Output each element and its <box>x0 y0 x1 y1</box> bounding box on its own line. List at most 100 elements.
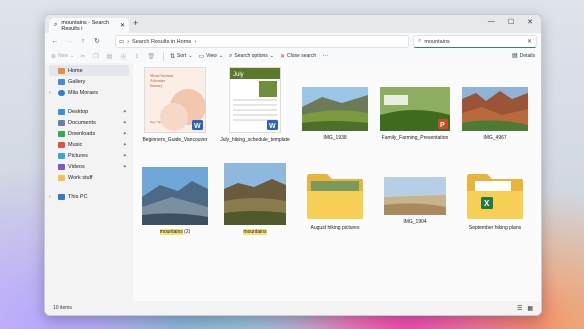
view-label: View <box>206 53 217 59</box>
svg-text:X: X <box>484 199 490 208</box>
maximize-icon[interactable]: ☐ <box>508 18 514 26</box>
close-tab-icon[interactable]: ✕ <box>120 22 125 29</box>
new-button[interactable]: ⊕ New ⌄ <box>51 53 74 60</box>
close-search-button[interactable]: ✕ Close search <box>280 53 316 60</box>
documents-icon <box>58 119 65 126</box>
file-name: July_hiking_schedule_template <box>220 137 290 143</box>
new-tab-button[interactable]: + <box>133 18 138 28</box>
cut-button[interactable]: ✂ <box>80 53 87 60</box>
sidebar-item-documents[interactable]: Documents ✦ <box>45 117 133 128</box>
sidebar-item-label: Gallery <box>68 78 86 85</box>
share-button[interactable]: ⇪ <box>134 53 141 60</box>
sidebar-item-label: Work stuff <box>68 174 93 181</box>
file-item[interactable]: July W July_hiking_schedule_template <box>217 67 293 143</box>
sidebar-item-pictures[interactable]: Pictures ✦ <box>45 150 133 161</box>
address-bar[interactable]: ▭ › Search Results in Home › <box>115 35 409 48</box>
sidebar-item-desktop[interactable]: Desktop ✦ <box>45 106 133 117</box>
sidebar-item-home[interactable]: Home <box>49 65 129 76</box>
search-input[interactable]: ⌕ mountains ✕ <box>413 35 537 48</box>
search-options-button[interactable]: ⌕ Search options ⌄ <box>229 53 274 60</box>
svg-text:P: P <box>440 122 445 129</box>
sort-button[interactable]: ⇅ Sort ⌄ <box>170 53 192 60</box>
details-button[interactable]: ▤ Details <box>512 52 535 60</box>
clear-search-icon[interactable]: ✕ <box>527 38 532 45</box>
doc-footer: Day Trip <box>150 120 162 124</box>
view-switcher: ☰ ▦ <box>517 305 533 312</box>
view-icon: ▭ <box>198 53 205 60</box>
sidebar-item-this-pc[interactable]: › This PC <box>45 191 133 202</box>
file-name: IMG_4967 <box>483 135 507 141</box>
sidebar-item-label: Desktop <box>68 108 89 115</box>
monitor-icon: ▭ <box>119 38 125 45</box>
tiles-view-icon[interactable]: ▦ <box>527 305 533 312</box>
chevron-right-icon[interactable]: › <box>49 90 51 96</box>
chevron-down-icon: ⌄ <box>188 53 193 59</box>
more-icon: ··· <box>322 53 329 59</box>
navigation-bar: ← → ↑ ↻ ▭ › Search Results in Home › ⌕ m… <box>45 33 541 49</box>
tab-search-results[interactable]: ⌕ mountains - Search Results i ✕ <box>49 18 129 33</box>
copy-button[interactable]: ❐ <box>93 53 100 60</box>
sidebar-item-onedrive[interactable]: › Mila Moraes <box>45 87 133 98</box>
sidebar-item-label: Documents <box>68 119 96 126</box>
up-arrow-icon[interactable]: ↑ <box>76 38 90 45</box>
search-options-icon: ⌕ <box>229 52 233 59</box>
file-item[interactable]: IMG_1938 <box>297 87 373 141</box>
sidebar-item-gallery[interactable]: Gallery <box>45 76 133 87</box>
file-item[interactable]: P Family_Farming_Presentation <box>377 87 453 141</box>
back-arrow-icon[interactable]: ← <box>48 38 62 45</box>
doc-line: Itinerary <box>150 84 163 88</box>
more-button[interactable]: ··· <box>322 53 330 59</box>
file-item[interactable]: mountains <box>217 163 293 235</box>
presentation-thumbnail: P <box>380 87 450 131</box>
calendar-month: July <box>233 72 244 78</box>
sort-label: Sort <box>177 53 187 59</box>
details-view-icon[interactable]: ☰ <box>517 305 522 312</box>
file-item[interactable]: Mount Seymour Adventure Itinerary Day Tr… <box>137 67 213 143</box>
sidebar-item-videos[interactable]: Videos ✦ <box>45 161 133 172</box>
sidebar-item-label: Downloads <box>68 130 96 137</box>
search-options-label: Search options <box>234 53 268 59</box>
search-highlight: mountains <box>243 229 267 235</box>
sidebar-item-work-stuff[interactable]: Work stuff <box>45 172 133 183</box>
cut-icon: ✂ <box>80 53 86 60</box>
file-name: mountains <box>217 229 293 235</box>
file-item[interactable]: August hiking pictures <box>297 171 373 231</box>
pin-icon: ✦ <box>122 119 127 126</box>
rename-button[interactable]: Ⓐ <box>120 52 128 61</box>
file-item[interactable]: IMG_4967 <box>457 87 533 141</box>
sidebar-item-downloads[interactable]: Downloads ✦ <box>45 128 133 139</box>
close-window-icon[interactable]: ✕ <box>527 18 533 26</box>
sidebar-item-label: This PC <box>68 193 88 200</box>
pin-icon: ✦ <box>122 163 127 170</box>
file-explorer-window: ⌕ mountains - Search Results i ✕ + — ☐ ✕… <box>44 14 542 316</box>
close-icon: ✕ <box>279 53 286 60</box>
file-item[interactable]: IMG_1904 <box>377 177 453 225</box>
chevron-right-icon[interactable]: › <box>49 194 51 200</box>
forward-arrow-icon[interactable]: → <box>62 38 76 45</box>
paste-icon: ▤ <box>106 53 113 60</box>
calendar-thumbnail: July W <box>229 67 281 133</box>
file-item[interactable]: mountains (2) <box>137 167 213 235</box>
svg-text:W: W <box>194 123 201 130</box>
file-name-suffix: (2) <box>182 229 191 235</box>
breadcrumb: Search Results in Home <box>132 38 192 45</box>
refresh-icon[interactable]: ↻ <box>90 37 104 45</box>
pictures-icon <box>58 152 65 159</box>
search-icon: ⌕ <box>418 38 422 44</box>
doc-line: Mount Seymour <box>150 74 174 78</box>
title-bar: ⌕ mountains - Search Results i ✕ + — ☐ ✕ <box>45 15 541 33</box>
file-item[interactable]: X September hiking plans <box>457 171 533 231</box>
window-controls: — ☐ ✕ <box>488 18 533 26</box>
photo-thumbnail <box>462 87 528 131</box>
minimize-icon[interactable]: — <box>488 18 495 26</box>
delete-button[interactable]: 🗑 <box>147 53 157 60</box>
sidebar-item-music[interactable]: Music ✦ <box>45 139 133 150</box>
close-search-label: Close search <box>287 53 317 59</box>
view-button[interactable]: ▭ View ⌄ <box>198 53 223 60</box>
rename-icon: Ⓐ <box>120 54 127 61</box>
divider <box>163 51 165 61</box>
pin-icon: ✦ <box>122 108 127 115</box>
search-highlight: mountains <box>159 229 183 235</box>
paste-button[interactable]: ▤ <box>107 53 115 60</box>
item-count: 10 items <box>53 305 72 311</box>
